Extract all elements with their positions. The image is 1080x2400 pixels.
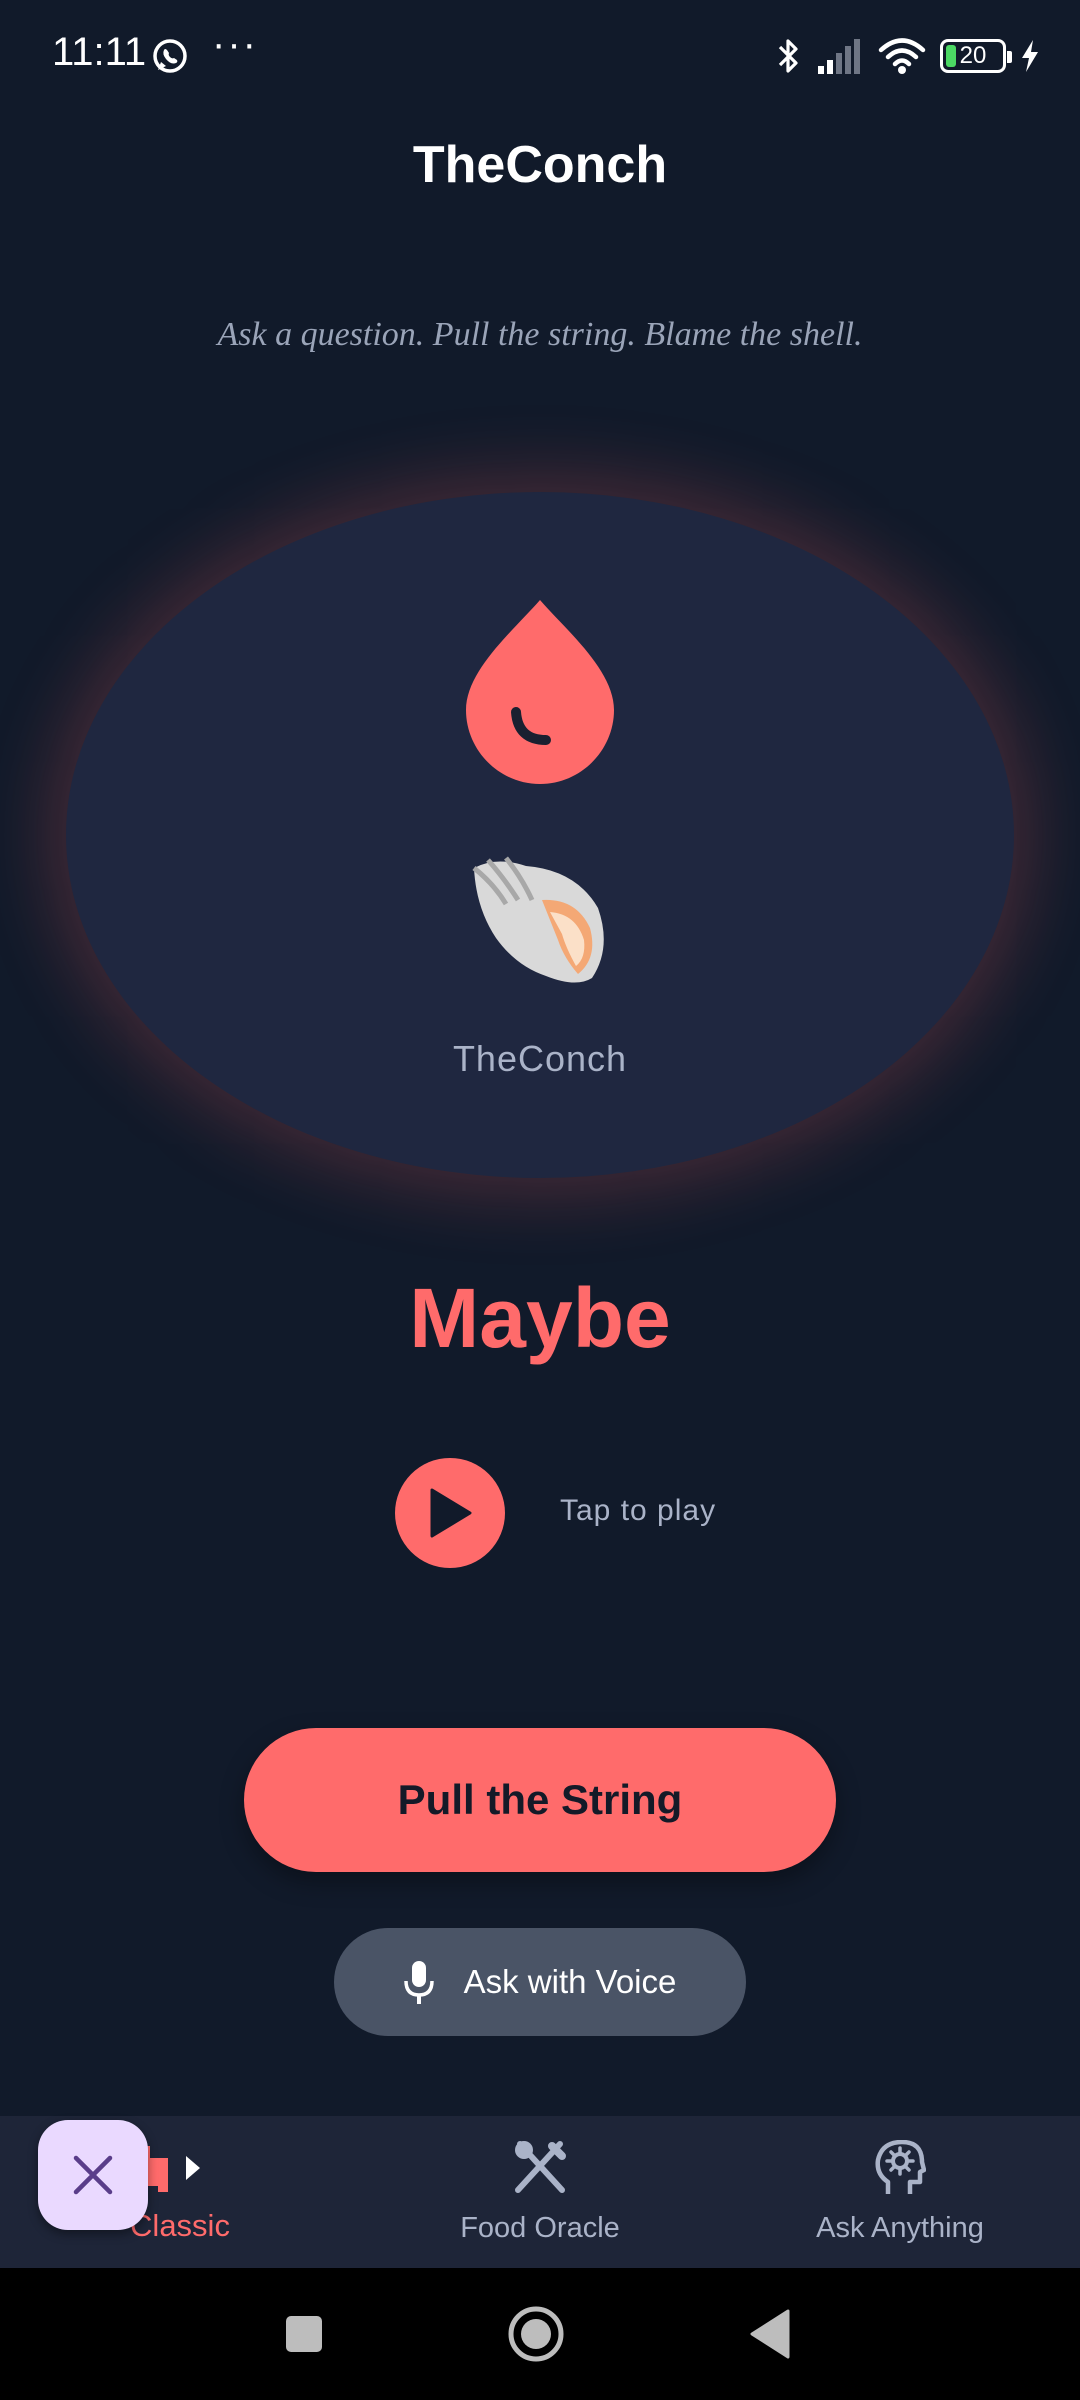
recents-button[interactable]: [274, 2304, 334, 2364]
recents-icon: [286, 2316, 322, 2352]
ask-with-voice-button[interactable]: Ask with Voice: [334, 1928, 746, 2036]
brain-head-icon: [875, 2140, 926, 2194]
home-icon: [508, 2306, 564, 2362]
microphone-icon: [403, 1961, 434, 2004]
bluetooth-icon: [778, 39, 798, 73]
tab-ask-anything[interactable]: Ask Anything: [720, 2116, 1080, 2268]
back-button[interactable]: [740, 2304, 800, 2364]
play-button[interactable]: [395, 1458, 505, 1568]
answer-text: Maybe: [409, 1271, 671, 1365]
utensils-icon: [515, 2141, 566, 2193]
bottom-nav: Classic Food Oracle Ask Anything: [0, 2116, 1080, 2268]
conch-label: TheConch: [452, 1038, 628, 1079]
drop-icon: [466, 600, 614, 784]
close-button[interactable]: [38, 2120, 148, 2230]
tab-ask-anything-label: Ask Anything: [816, 2212, 984, 2244]
play-label: Tap to play: [560, 1494, 717, 1527]
ask-with-voice-label: Ask with Voice: [463, 1963, 677, 2000]
back-icon: [750, 2309, 790, 2359]
home-button[interactable]: [506, 2304, 566, 2364]
status-time: 11:11: [52, 30, 147, 74]
battery-level: 20: [959, 42, 987, 69]
status-bar: 11:11 ··· 20: [0, 0, 1080, 115]
pull-string-button[interactable]: Pull the String: [244, 1728, 836, 1872]
charging-icon: [1022, 40, 1038, 72]
whatsapp-icon: [153, 39, 187, 73]
tagline: Ask a question. Pull the string. Blame t…: [217, 316, 863, 353]
page-title: TheConch: [412, 136, 668, 194]
shell-icon: [472, 856, 604, 983]
tab-food-oracle-label: Food Oracle: [460, 2212, 620, 2244]
close-icon: [73, 2155, 113, 2195]
play-icon: [430, 1488, 472, 1538]
status-icons: 20: [776, 34, 1040, 78]
more-notifications-icon: ···: [212, 22, 258, 66]
battery-icon: 20: [940, 39, 1012, 73]
signal-icon: [818, 39, 860, 74]
wifi-icon: [878, 38, 926, 74]
screen: 11:11 ··· 20 TheConch Ask a question. Pu…: [0, 0, 1080, 2400]
system-nav-bar: [0, 2268, 1080, 2400]
tab-food-oracle[interactable]: Food Oracle: [360, 2116, 720, 2268]
